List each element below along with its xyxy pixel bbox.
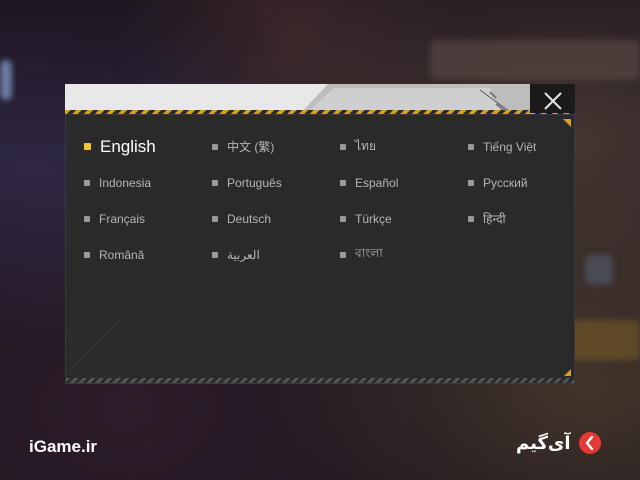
language-label: Русский — [483, 175, 528, 190]
language-option-romanian[interactable]: Română — [84, 245, 212, 264]
language-label: ไทย — [355, 139, 376, 153]
watermark-site-text: iGame.ir — [29, 437, 98, 456]
bullet-icon — [468, 143, 474, 150]
panel-hazard-stripe — [66, 378, 574, 383]
language-option-indonesian[interactable]: Indonesia — [84, 173, 212, 192]
language-select-dialog: English 中文 (繁) ไทย Tiếng Việt Indonesia … — [65, 84, 575, 384]
language-option-hindi[interactable]: हिन्दी — [468, 209, 554, 228]
background-shape — [0, 60, 12, 100]
watermark-brand: آی‌گیم — [516, 432, 601, 454]
bullet-icon — [212, 251, 218, 258]
language-option-english[interactable]: English — [84, 137, 212, 156]
corner-accent — [563, 119, 571, 127]
bullet-icon — [340, 179, 346, 186]
close-button[interactable] — [530, 84, 575, 117]
language-label: 中文 (繁) — [227, 140, 275, 154]
language-option-spanish[interactable]: Español — [340, 173, 468, 192]
language-label: Tiếng Việt — [483, 139, 537, 154]
language-label: English — [100, 136, 156, 156]
language-option-french[interactable]: Français — [84, 209, 212, 228]
language-label: Español — [355, 175, 399, 190]
bullet-icon — [212, 143, 218, 150]
language-option-vietnamese[interactable]: Tiếng Việt — [468, 137, 554, 156]
selected-indicator-icon — [84, 143, 91, 150]
dialog-header — [65, 84, 530, 114]
watermark-brand-text: آی‌گیم — [516, 432, 571, 454]
language-option-chinese-traditional[interactable]: 中文 (繁) — [212, 137, 340, 156]
bullet-icon — [468, 179, 474, 186]
bullet-icon — [212, 215, 218, 222]
language-option-arabic[interactable]: العربية — [212, 245, 340, 264]
background-shape — [585, 255, 613, 285]
language-label: Français — [99, 211, 146, 226]
language-label: Indonesia — [99, 175, 152, 190]
language-grid: English 中文 (繁) ไทย Tiếng Việt Indonesia … — [84, 137, 554, 264]
bullet-icon — [84, 179, 90, 186]
language-option-german[interactable]: Deutsch — [212, 209, 340, 228]
bullet-icon — [340, 251, 346, 258]
language-label: Română — [99, 247, 145, 262]
language-label: العربية — [227, 247, 260, 262]
language-label: Türkçe — [355, 211, 392, 226]
language-option-portuguese[interactable]: Português — [212, 173, 340, 192]
language-option-thai[interactable]: ไทย — [340, 137, 468, 156]
language-label: हिन्दी — [483, 212, 506, 226]
language-label: Deutsch — [227, 211, 272, 226]
bullet-icon — [212, 179, 218, 186]
language-label: Português — [227, 175, 282, 190]
language-label: বাংলা — [355, 245, 383, 260]
language-option-russian[interactable]: Русский — [468, 173, 554, 192]
bullet-icon — [340, 215, 346, 222]
bullet-icon — [340, 143, 346, 150]
language-panel: English 中文 (繁) ไทย Tiếng Việt Indonesia … — [65, 114, 575, 384]
igame-logo-icon — [578, 432, 601, 454]
language-option-turkish[interactable]: Türkçe — [340, 209, 468, 228]
background-shape — [430, 40, 640, 80]
language-option-bengali[interactable]: বাংলা — [340, 245, 468, 264]
bullet-icon — [468, 215, 474, 222]
close-icon — [544, 92, 562, 110]
diagonal-decoration — [66, 318, 126, 378]
bullet-icon — [84, 215, 90, 222]
corner-accent — [564, 369, 571, 376]
bullet-icon — [84, 251, 90, 258]
